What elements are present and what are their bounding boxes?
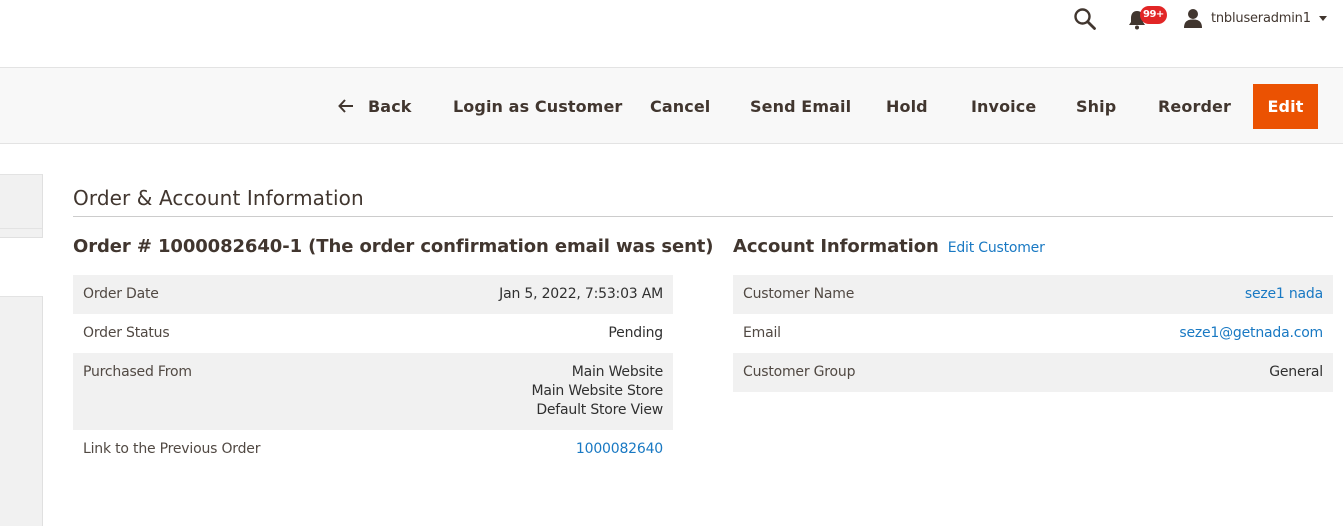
- purchased-from-store: Main Website Store: [531, 383, 663, 399]
- hold-button[interactable]: Hold: [886, 68, 928, 144]
- order-date-label: Order Date: [83, 286, 159, 302]
- purchased-from-website: Main Website: [571, 364, 663, 380]
- back-label: Back: [368, 96, 412, 116]
- customer-name-label: Customer Name: [743, 286, 855, 302]
- invoice-button[interactable]: Invoice: [971, 68, 1036, 144]
- email-label: Email: [743, 325, 781, 341]
- table-row-email: Email seze1@getnada.com: [733, 314, 1333, 353]
- admin-header: 99+ tnbluseradmin1: [0, 0, 1343, 67]
- edit-customer-link[interactable]: Edit Customer: [948, 240, 1045, 256]
- search-button[interactable]: [1073, 7, 1097, 31]
- notifications-button[interactable]: 99+: [1128, 6, 1167, 32]
- order-date-value: Jan 5, 2022, 7:53:03 AM: [499, 286, 663, 302]
- section-title: Order & Account Information: [73, 186, 364, 210]
- customer-name-value: seze1 nada: [1001, 275, 1333, 314]
- table-row-previous-order: Link to the Previous Order 1000082640: [73, 430, 673, 469]
- side-tab-panel[interactable]: [0, 296, 43, 526]
- user-menu-button[interactable]: tnbluseradmin1: [1183, 6, 1327, 30]
- account-information-table: Customer Name seze1 nada Email seze1@get…: [733, 275, 1333, 392]
- customer-group-value: General: [1269, 364, 1323, 380]
- email-value: seze1@getnada.com: [1001, 314, 1333, 353]
- account-title-text: Account Information: [733, 236, 939, 257]
- reorder-button[interactable]: Reorder: [1158, 68, 1231, 144]
- customer-name-link[interactable]: seze1 nada: [1245, 286, 1323, 302]
- previous-order-link[interactable]: 1000082640: [576, 441, 663, 457]
- user-name: tnbluseradmin1: [1211, 10, 1311, 26]
- table-row-customer-group: Customer Group General: [733, 353, 1333, 392]
- side-tab-divider: [0, 228, 42, 229]
- user-icon: [1184, 9, 1202, 28]
- search-icon: [1074, 8, 1096, 30]
- caret-down-icon: [1318, 15, 1327, 21]
- previous-order-label: Link to the Previous Order: [83, 441, 261, 457]
- table-row-order-date: Order Date Jan 5, 2022, 7:53:03 AM: [73, 275, 673, 314]
- cancel-button[interactable]: Cancel: [650, 68, 710, 144]
- previous-order-value: 1000082640: [384, 430, 673, 469]
- order-title: Order # 1000082640-1 (The order confirma…: [73, 236, 714, 257]
- table-row-purchased-from: Purchased From Main Website Main Website…: [73, 353, 673, 430]
- purchased-from-store-view: Default Store View: [536, 402, 663, 418]
- purchased-from-label: Purchased From: [83, 364, 192, 380]
- email-link[interactable]: seze1@getnada.com: [1179, 325, 1323, 341]
- account-title: Account Information Edit Customer: [733, 236, 1045, 257]
- purchased-from-value: Main Website Main Website Store Default …: [384, 353, 673, 430]
- order-information-table: Order Date Jan 5, 2022, 7:53:03 AM Order…: [73, 275, 673, 469]
- edit-button[interactable]: Edit: [1253, 84, 1318, 129]
- page-actions-toolbar: Back Login as Customer Cancel Send Email…: [0, 67, 1343, 144]
- table-row-order-status: Order Status Pending: [73, 314, 673, 353]
- order-status-value: Pending: [608, 325, 663, 341]
- section-divider: [73, 216, 1333, 217]
- ship-button[interactable]: Ship: [1076, 68, 1116, 144]
- notifications-count-badge: 99+: [1140, 6, 1167, 24]
- side-tab-panel-header[interactable]: [0, 174, 43, 238]
- send-email-button[interactable]: Send Email: [750, 68, 851, 144]
- arrow-left-icon: [338, 99, 354, 113]
- customer-group-label: Customer Group: [743, 364, 856, 380]
- order-status-label: Order Status: [83, 325, 170, 341]
- login-as-customer-button[interactable]: Login as Customer: [453, 68, 622, 144]
- table-row-customer-name: Customer Name seze1 nada: [733, 275, 1333, 314]
- back-button[interactable]: Back: [338, 68, 412, 144]
